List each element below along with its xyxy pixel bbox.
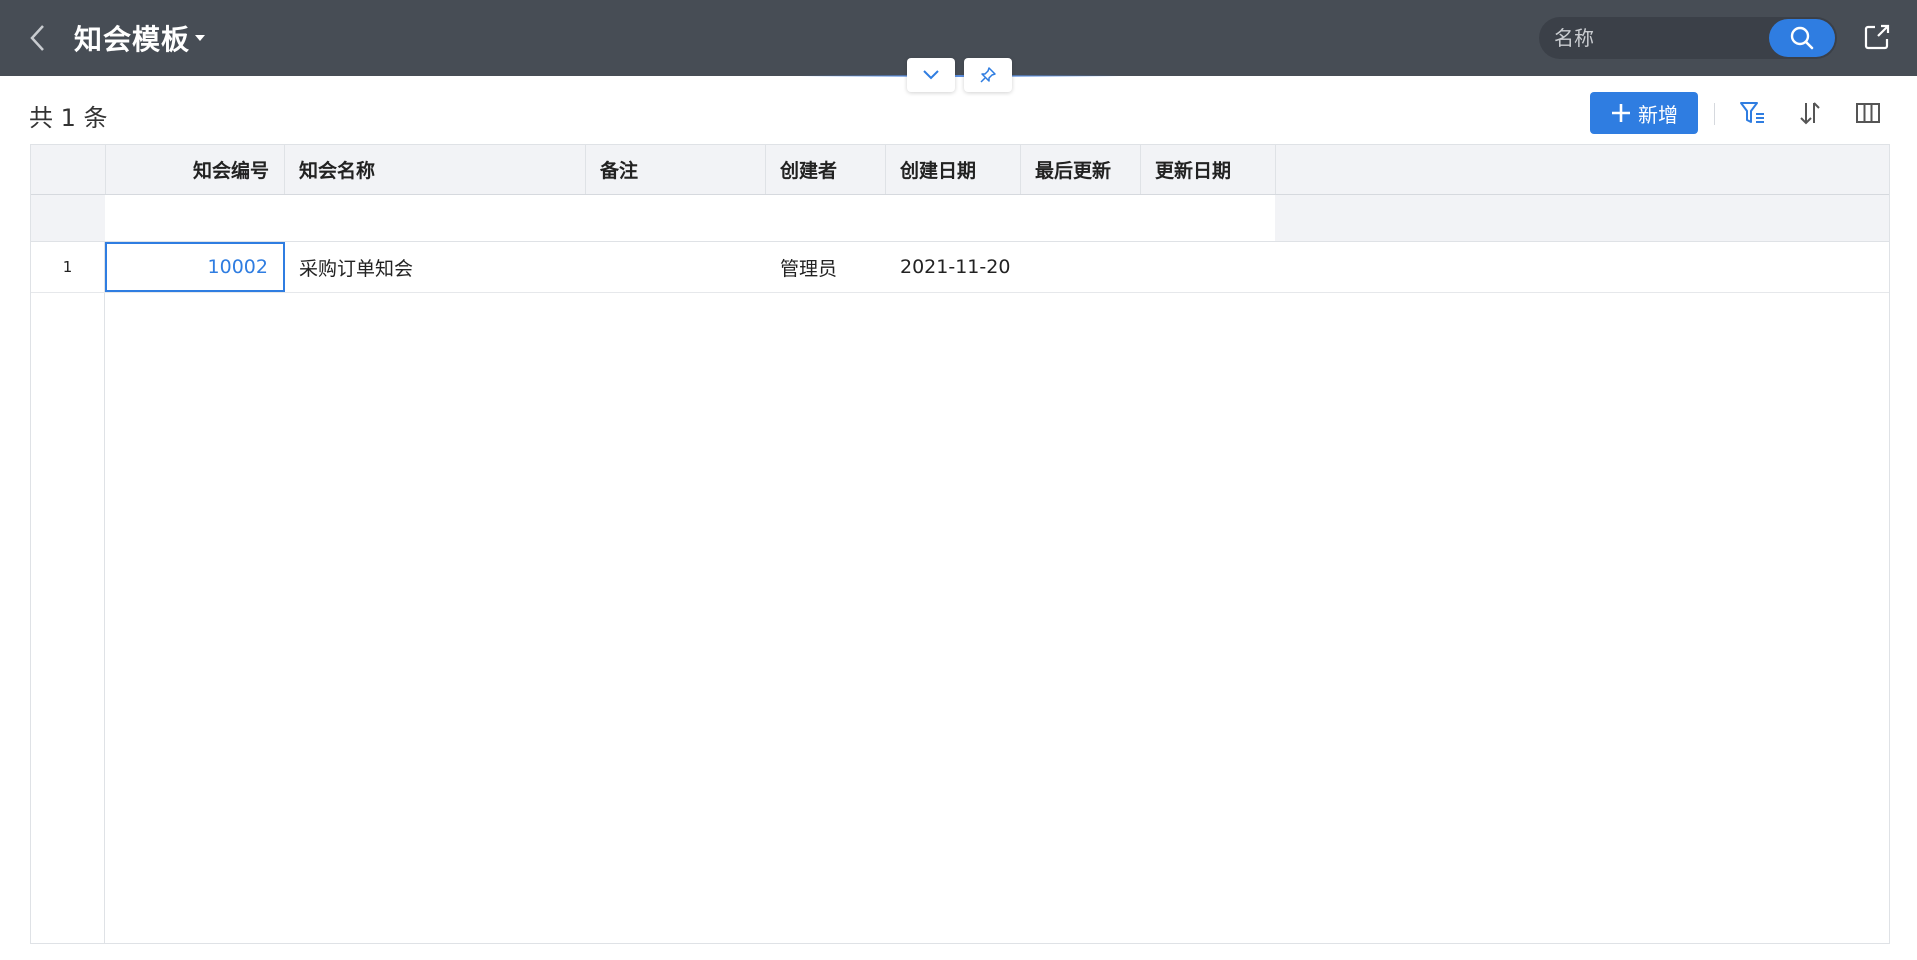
chevron-down-icon bbox=[923, 70, 939, 80]
collapse-header-button[interactable] bbox=[907, 58, 955, 92]
row-number: 1 bbox=[31, 242, 105, 292]
column-header[interactable]: 更新日期 bbox=[1140, 145, 1276, 194]
toolbar-divider bbox=[1714, 103, 1715, 125]
pin-icon bbox=[980, 67, 996, 83]
add-button-label: 新增 bbox=[1638, 102, 1678, 127]
grid-filter-row bbox=[31, 195, 1889, 242]
top-header: 知会模板 bbox=[0, 0, 1917, 76]
search-input[interactable] bbox=[1539, 17, 1769, 59]
filter-cell-code[interactable] bbox=[105, 195, 285, 241]
filter-icon bbox=[1740, 102, 1764, 123]
column-header[interactable]: 知会编号 bbox=[105, 145, 285, 194]
cell-updated-date[interactable] bbox=[1140, 242, 1276, 292]
filter-cell-last-updater[interactable] bbox=[1020, 195, 1141, 241]
share-button[interactable] bbox=[1862, 22, 1892, 52]
sort-button[interactable] bbox=[1794, 97, 1826, 129]
back-button[interactable] bbox=[26, 22, 50, 54]
data-grid: 知会编号 知会名称 备注 创建者 创建日期 最后更新 更新日期 1 10002 … bbox=[30, 144, 1890, 944]
cell-code[interactable]: 10002 bbox=[105, 242, 285, 292]
columns-icon bbox=[1856, 103, 1880, 123]
corner-cell bbox=[31, 145, 106, 194]
record-count: 共 1 条 bbox=[29, 104, 108, 132]
add-button[interactable]: 新增 bbox=[1590, 92, 1698, 134]
filter-corner-cell bbox=[31, 195, 106, 241]
pin-header-button[interactable] bbox=[964, 58, 1012, 92]
cell-last-updater[interactable] bbox=[1020, 242, 1141, 292]
search-icon bbox=[1790, 26, 1814, 50]
page-title[interactable]: 知会模板 bbox=[74, 18, 190, 58]
column-header[interactable]: 创建日期 bbox=[885, 145, 1021, 194]
filter-cell-updated-date[interactable] bbox=[1140, 195, 1276, 241]
table-row[interactable]: 1 10002 采购订单知会 管理员 2021-11-20 bbox=[31, 242, 1889, 293]
cell-created-date[interactable]: 2021-11-20 bbox=[885, 242, 1021, 292]
sort-icon bbox=[1800, 102, 1820, 125]
column-header[interactable]: 最后更新 bbox=[1020, 145, 1141, 194]
header-edge-line bbox=[800, 75, 1120, 77]
search-box bbox=[1539, 17, 1837, 59]
column-header[interactable]: 备注 bbox=[585, 145, 766, 194]
plus-icon bbox=[1612, 104, 1630, 122]
filter-cell-creator[interactable] bbox=[765, 195, 886, 241]
columns-button[interactable] bbox=[1852, 97, 1884, 129]
filter-button[interactable] bbox=[1736, 97, 1768, 129]
cell-creator[interactable]: 管理员 bbox=[765, 242, 886, 292]
chevron-left-icon bbox=[30, 25, 44, 51]
filter-cell-remark[interactable] bbox=[585, 195, 766, 241]
column-header[interactable]: 知会名称 bbox=[284, 145, 586, 194]
cell-name[interactable]: 采购订单知会 bbox=[284, 242, 586, 292]
column-header[interactable]: 创建者 bbox=[765, 145, 886, 194]
filter-cell-created-date[interactable] bbox=[885, 195, 1021, 241]
share-icon bbox=[1864, 24, 1890, 50]
cell-remark[interactable] bbox=[585, 242, 766, 292]
grid-header-row: 知会编号 知会名称 备注 创建者 创建日期 最后更新 更新日期 bbox=[31, 145, 1889, 195]
filter-cell-name[interactable] bbox=[284, 195, 586, 241]
search-button[interactable] bbox=[1769, 19, 1835, 57]
caret-down-icon[interactable] bbox=[195, 35, 205, 41]
filter-blank-area bbox=[1275, 195, 1889, 241]
